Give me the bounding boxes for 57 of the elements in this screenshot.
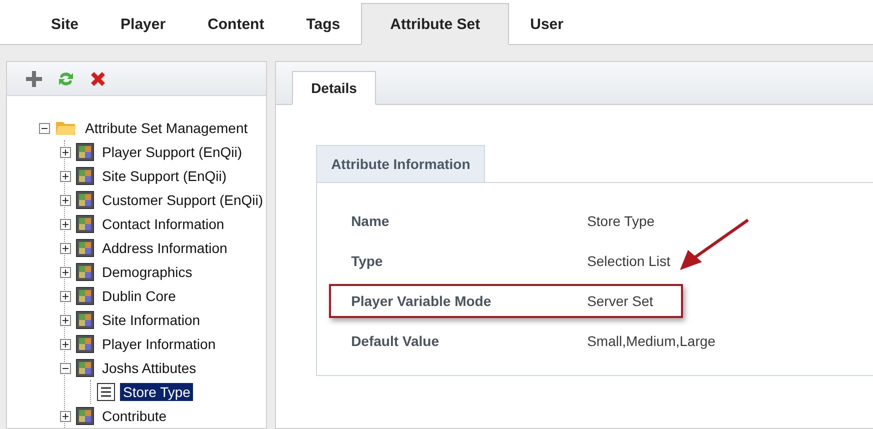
expand-toggle-icon[interactable] <box>60 290 71 302</box>
tree-item[interactable]: Attribute Set Management <box>82 119 251 137</box>
tree-item[interactable]: Site Information <box>99 311 204 329</box>
field-label: Player Variable Mode <box>351 293 492 309</box>
tree-item[interactable]: Player Support (EnQii) <box>99 143 246 161</box>
expand-toggle-icon[interactable] <box>60 410 71 422</box>
tree-item[interactable]: Site Support (EnQii) <box>99 167 230 185</box>
attribute-group-icon <box>76 143 94 161</box>
collapse-toggle-icon[interactable] <box>39 122 50 134</box>
nav-tab[interactable]: Attribute Set <box>361 3 510 45</box>
attribute-group-icon <box>76 239 94 257</box>
attribute-group-icon <box>76 407 94 425</box>
refresh-icon[interactable] <box>57 70 75 88</box>
tree-item[interactable]: Contact Information <box>99 215 228 233</box>
expand-toggle-icon[interactable] <box>60 194 71 206</box>
attribute-group-icon <box>76 191 94 209</box>
field-label: Default Value <box>351 333 440 349</box>
field-value: Server Set <box>587 293 654 309</box>
tree-item[interactable]: Demographics <box>99 263 196 281</box>
attribute-group-icon <box>76 311 94 329</box>
attribute-group-icon <box>76 287 94 305</box>
attribute-group-icon <box>76 215 94 233</box>
nav-tab[interactable]: User <box>509 3 584 45</box>
nav-tab[interactable]: Site <box>30 3 100 45</box>
tree-item[interactable]: Joshs Attibutes <box>99 359 200 377</box>
folder-icon <box>55 120 77 136</box>
field-label: Name <box>351 213 390 229</box>
expand-toggle-icon[interactable] <box>60 338 71 350</box>
nav-tab[interactable]: Content <box>186 3 286 45</box>
tree-item[interactable]: Store Type <box>120 383 194 401</box>
collapse-toggle-icon[interactable] <box>60 362 71 374</box>
attribute-group-icon <box>76 263 94 281</box>
expand-toggle-icon[interactable] <box>60 314 71 326</box>
tree-item[interactable]: Player Information <box>99 335 219 353</box>
expand-toggle-icon[interactable] <box>60 266 71 278</box>
attribute-group-icon <box>76 335 94 353</box>
attribute-group-icon <box>76 167 94 185</box>
tree-item[interactable]: Contribute <box>99 407 170 425</box>
details-tab[interactable]: Details <box>292 71 376 105</box>
tree-item[interactable]: Address Information <box>99 239 230 257</box>
nav-tab[interactable]: Player <box>100 3 187 45</box>
nav-tab[interactable]: Tags <box>285 3 362 45</box>
attribute-group-icon <box>76 359 94 377</box>
expand-toggle-icon[interactable] <box>60 146 71 158</box>
field-value: Store Type <box>587 213 656 229</box>
tree-item[interactable]: Customer Support (EnQii) <box>99 191 266 209</box>
expand-toggle-icon[interactable] <box>60 242 71 254</box>
expand-toggle-icon[interactable] <box>60 218 71 230</box>
delete-icon[interactable] <box>89 70 107 88</box>
section-tab[interactable]: Attribute Information <box>316 145 486 182</box>
field-value: Selection List <box>587 253 672 269</box>
tree-item[interactable]: Dublin Core <box>99 287 179 305</box>
list-icon <box>97 383 115 401</box>
field-label: Type <box>351 253 384 269</box>
expand-toggle-icon[interactable] <box>60 170 71 182</box>
field-value: Small,Medium,Large <box>587 333 716 349</box>
add-icon[interactable] <box>25 70 43 88</box>
